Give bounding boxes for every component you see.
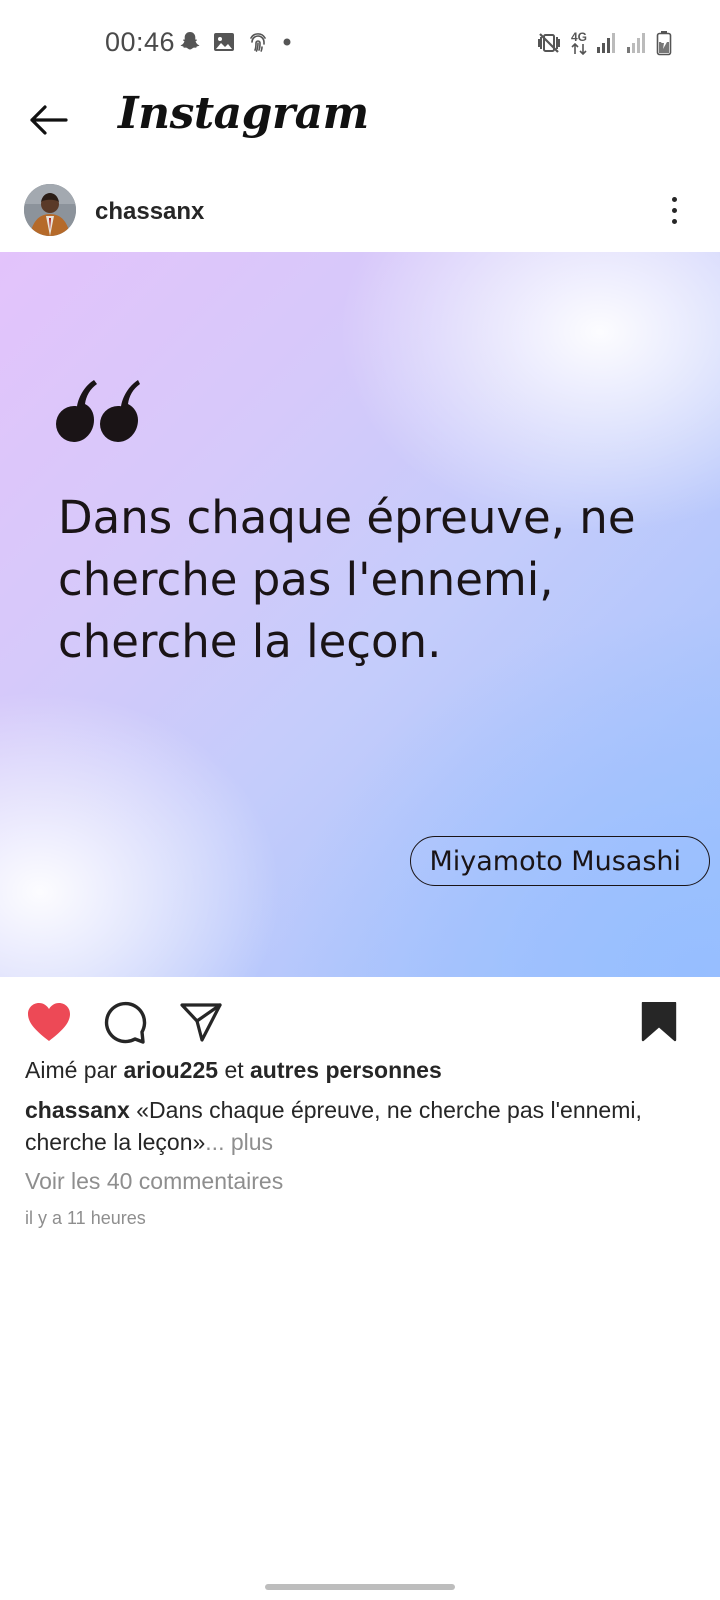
mute-vibrate-icon <box>536 31 562 55</box>
share-button[interactable] <box>178 999 224 1045</box>
more-options-button[interactable] <box>662 190 686 230</box>
post-author-username[interactable]: chassanx <box>95 198 204 226</box>
post-caption: chassanx «Dans chaque épreuve, ne cherch… <box>25 1094 685 1158</box>
save-button[interactable] <box>636 999 682 1045</box>
back-button[interactable] <box>26 98 70 142</box>
post-action-bar <box>0 977 720 1057</box>
post-timestamp: il y a 11 heures <box>25 1208 146 1228</box>
status-bar: 00:46 4G <box>0 0 720 86</box>
view-comments-link[interactable]: Voir les 40 commentaires <box>25 1168 283 1195</box>
likes-others-link[interactable]: autres personnes <box>250 1057 442 1083</box>
home-indicator[interactable] <box>265 1584 455 1590</box>
system-icons: 4G <box>536 30 672 56</box>
fingerprint-icon <box>246 30 270 54</box>
post-header: chassanx <box>0 176 720 252</box>
caption-more-link[interactable]: plus <box>231 1129 273 1155</box>
heart-filled-icon <box>28 1003 70 1041</box>
caption-ellipsis: ... <box>205 1129 225 1155</box>
dot-icon <box>280 30 294 54</box>
liked-by-username[interactable]: ariou225 <box>123 1057 218 1083</box>
app-header: Instagram <box>0 86 720 166</box>
network-type-label: 4G <box>570 30 587 44</box>
gallery-icon <box>212 30 236 54</box>
bookmark-filled-icon <box>641 1002 677 1042</box>
quote-mark-icon <box>56 380 140 442</box>
post-image[interactable]: Dans chaque épreuve, ne cherche pas l'en… <box>0 252 720 977</box>
likes-prefix: Aimé par <box>25 1057 118 1083</box>
quote-text: Dans chaque épreuve, ne cherche pas l'en… <box>58 491 636 668</box>
notification-icons <box>178 30 294 54</box>
back-arrow-icon <box>30 105 68 135</box>
battery-icon <box>656 30 672 56</box>
caption-username[interactable]: chassanx <box>25 1097 130 1123</box>
4g-data-icon: 4G <box>570 31 588 55</box>
like-button[interactable] <box>26 999 72 1045</box>
likes-connector: et <box>224 1057 244 1083</box>
quote-author-tag: Miyamoto Musashi <box>410 836 710 886</box>
more-dot <box>671 218 677 224</box>
more-dot <box>671 207 677 213</box>
more-dot <box>671 196 677 202</box>
avatar[interactable] <box>24 184 76 236</box>
status-time: 00:46 <box>105 27 176 57</box>
comment-button[interactable] <box>102 999 148 1045</box>
signal-icon <box>626 31 648 55</box>
likes-summary[interactable]: Aimé par ariou225 et autres personnes <box>25 1057 442 1084</box>
snapchat-icon <box>178 30 202 54</box>
instagram-logo: Instagram <box>118 88 369 139</box>
signal-icon <box>596 31 618 55</box>
comment-icon <box>104 1001 147 1044</box>
send-icon <box>180 1003 222 1042</box>
